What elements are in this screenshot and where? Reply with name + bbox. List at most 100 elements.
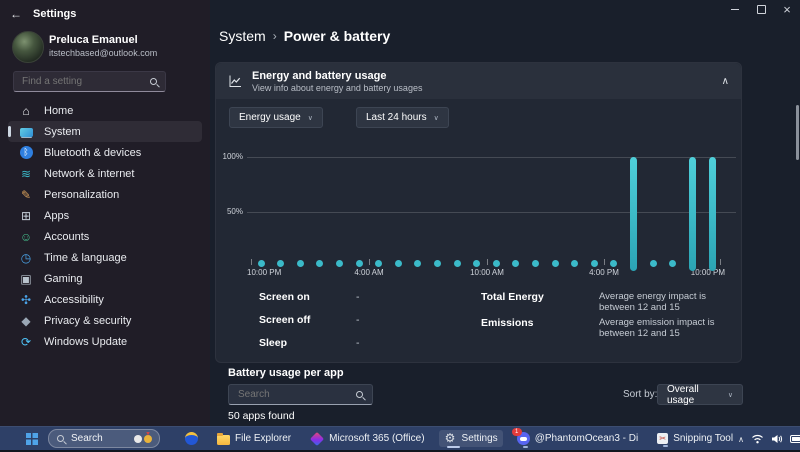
energy-card-header[interactable]: Energy and battery usage View info about… (216, 63, 741, 99)
chart-gridline (247, 212, 736, 213)
taskbar-app-file-explorer[interactable]: File Explorer (212, 431, 296, 447)
sidebar-item-label: System (44, 126, 81, 138)
sidebar-item-home[interactable]: ⌂Home (8, 100, 202, 121)
window-controls (722, 0, 800, 19)
y-axis-label: 100% (216, 152, 243, 161)
back-icon[interactable] (10, 7, 24, 21)
taskbar-apps: File Explorer Microsoft 365 (Office) Setti… (180, 430, 738, 447)
taskbar-left: Search File Explorer Microsoft 365 (Offic… (0, 429, 738, 448)
x-axis-label: 10:00 PM (247, 268, 281, 277)
wifi-icon[interactable] (751, 434, 764, 444)
sort-by-label: Sort by: (623, 389, 657, 400)
stat-row: Sleep- (259, 337, 469, 360)
sidebar-item-label: Network & internet (44, 168, 134, 180)
sidebar-item-gaming[interactable]: ▣Gaming (8, 268, 202, 289)
sidebar-item-label: Personalization (44, 189, 119, 201)
app-search-input[interactable] (236, 388, 351, 401)
taskbar-search-label: Search (71, 433, 103, 444)
energy-dot (493, 260, 500, 267)
x-axis-tick (369, 259, 370, 265)
apps-found-count: 50 apps found (228, 410, 295, 422)
energy-dot (258, 260, 265, 267)
chart-icon (228, 74, 242, 88)
notification-badge: 1 (512, 428, 522, 436)
battery-icon[interactable] (790, 435, 800, 443)
energy-dot (591, 260, 598, 267)
x-axis-tick (251, 259, 252, 265)
chevron-up-icon[interactable] (722, 75, 729, 87)
taskbar-search[interactable]: Search (48, 429, 160, 448)
privacy-icon: ◆ (18, 313, 34, 329)
sort-dropdown[interactable]: Overall usage (657, 384, 743, 405)
stat-row: Screen on- (259, 291, 469, 314)
x-axis-label: 10:00 PM (691, 268, 725, 277)
find-setting-input[interactable] (20, 75, 145, 88)
sidebar-item-label: Time & language (44, 252, 127, 264)
y-axis-label: 50% (216, 207, 243, 216)
close-icon[interactable] (774, 0, 800, 19)
time-range-dropdown[interactable]: Last 24 hours (356, 107, 449, 128)
speaker-icon[interactable] (771, 434, 783, 444)
system-icon (20, 128, 33, 137)
taskbar-pinned-app[interactable] (180, 430, 203, 447)
stat-label: Emissions (481, 317, 599, 329)
gaming-icon: ▣ (18, 271, 34, 287)
taskbar-app-label: File Explorer (235, 433, 291, 444)
bluetooth-icon: ᛒ (20, 146, 33, 159)
taskbar-app-label: Microsoft 365 (Office) (329, 433, 424, 444)
stat-value: Average energy impact is between 12 and … (599, 291, 731, 313)
energy-dot (336, 260, 343, 267)
energy-dot (552, 260, 559, 267)
energy-dot (571, 260, 578, 267)
sidebar-item-accounts[interactable]: ☺Accounts (8, 226, 202, 247)
energy-dot (356, 260, 363, 267)
minimize-icon[interactable] (722, 0, 748, 19)
breadcrumb-system[interactable]: System (219, 28, 266, 44)
taskbar-app-settings[interactable]: Settings (439, 430, 503, 447)
sidebar-item-personalization[interactable]: ✎Personalization (8, 184, 202, 205)
energy-card-titles: Energy and battery usage View info about… (252, 70, 422, 93)
sidebar-item-label: Apps (44, 210, 69, 222)
main-content: System › Power & battery Energy and batt… (210, 0, 800, 426)
taskbar-app-microsoft-365-office[interactable]: Microsoft 365 (Office) (305, 431, 429, 446)
sidebar-item-privacy-security[interactable]: ◆ Privacy & security (8, 310, 202, 331)
stat-label: Screen on (259, 291, 356, 303)
breadcrumb: System › Power & battery (219, 28, 390, 44)
sidebar-item-windows-update[interactable]: ⟳Windows Update (8, 331, 202, 352)
start-button-icon[interactable] (26, 433, 38, 445)
sidebar-item-time-language[interactable]: ◷Time & language (8, 247, 202, 268)
stat-value: - (356, 291, 360, 303)
taskbar-app-label: Snipping Tool (673, 433, 733, 444)
sidebar-item-bluetooth-devices[interactable]: ᛒBluetooth & devices (8, 142, 202, 163)
taskbar-app-phantomocean3-di[interactable]: 1@PhantomOcean3 - Di (512, 430, 644, 447)
network-icon: ≋ (18, 166, 34, 182)
search-icon (149, 77, 159, 87)
sidebar-item-system[interactable]: System (8, 121, 202, 142)
taskbar-app-snipping-tool[interactable]: Snipping Tool (652, 431, 738, 446)
tray-chevron-up-icon[interactable] (738, 433, 744, 445)
avatar[interactable] (12, 31, 44, 63)
scrollbar[interactable] (796, 105, 799, 160)
sidebar-item-apps[interactable]: ⊞ Apps (8, 205, 202, 226)
maximize-icon[interactable] (748, 0, 774, 19)
apps-icon: ⊞ (18, 208, 34, 224)
time-range-value: Last 24 hours (366, 112, 427, 123)
search-icon (355, 390, 365, 400)
sidebar-item-network-internet[interactable]: ≋ Network & internet (8, 163, 202, 184)
stat-value: - (356, 314, 360, 326)
stat-label: Screen off (259, 314, 356, 326)
sidebar-item-accessibility[interactable]: ✣Accessibility (8, 289, 202, 310)
energy-dot (650, 260, 657, 267)
sidebar-nav: ⌂Home System ᛒBluetooth & devices ≋ Network … (8, 100, 202, 352)
usage-type-dropdown[interactable]: Energy usage (229, 107, 323, 128)
sidebar-item-label: Privacy & security (44, 315, 131, 327)
app-search-box[interactable] (228, 384, 373, 405)
taskbar-app-label: Settings (462, 433, 498, 444)
energy-dot (610, 260, 617, 267)
pinned-app-icon (185, 432, 198, 445)
energy-dot (454, 260, 461, 267)
x-axis-label: 4:00 PM (589, 268, 619, 277)
taskbar: Search File Explorer Microsoft 365 (Offic… (0, 426, 800, 450)
sidebar-search-box[interactable] (13, 71, 166, 92)
search-highlight-icon (134, 435, 152, 443)
